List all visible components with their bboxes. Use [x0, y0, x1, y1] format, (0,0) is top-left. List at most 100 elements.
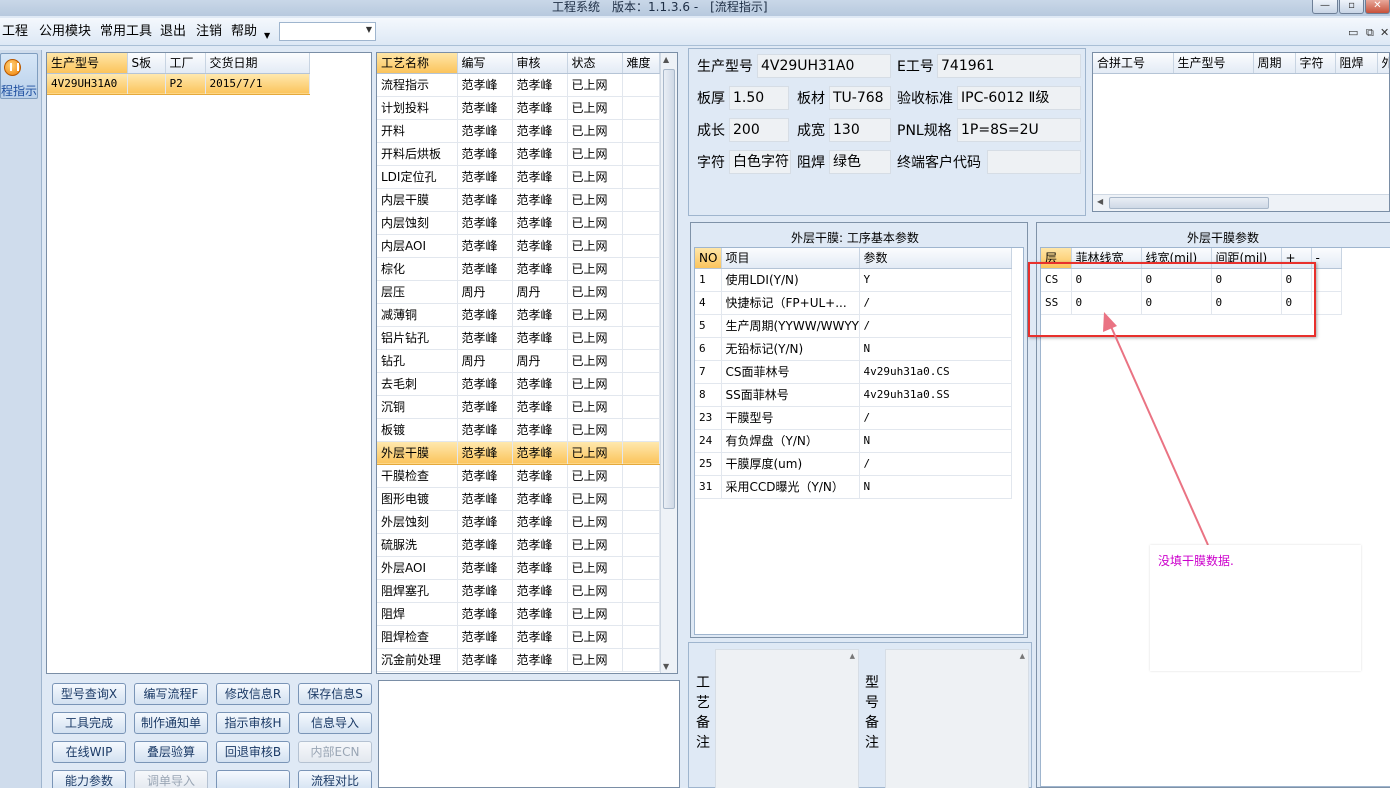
- width-field[interactable]: 130: [829, 118, 891, 142]
- table-row[interactable]: 开料 范孝峰 范孝峰 已上网: [377, 119, 660, 143]
- table-row[interactable]: 层压 周丹 周丹 已上网: [377, 280, 660, 304]
- table-row[interactable]: 6 无铅标记(Y/N) N: [695, 337, 1012, 361]
- process-col-reviewer[interactable]: 审核: [512, 53, 568, 74]
- menu-engineering[interactable]: 工程: [2, 24, 28, 40]
- action-button-1[interactable]: 编写流程F: [134, 683, 208, 705]
- params-col-value[interactable]: 参数: [859, 248, 1012, 269]
- action-button-6[interactable]: 指示审核H: [216, 712, 290, 734]
- action-button-0[interactable]: 型号查询X: [52, 683, 126, 705]
- table-row[interactable]: 外层AOI 范孝峰 范孝峰 已上网: [377, 556, 660, 580]
- params-col-item[interactable]: 项目: [721, 248, 860, 269]
- action-button-5[interactable]: 制作通知单: [134, 712, 208, 734]
- table-row[interactable]: 8 SS面菲林号 4v29uh31a0.SS: [695, 383, 1012, 407]
- scroll-up-icon[interactable]: ▲: [1020, 652, 1025, 660]
- combo-col-cycle[interactable]: 周期: [1253, 53, 1296, 74]
- table-row[interactable]: 板镀 范孝峰 范孝峰 已上网: [377, 418, 660, 442]
- orders-col-s[interactable]: S板: [127, 53, 166, 74]
- length-field[interactable]: 200: [729, 118, 789, 142]
- thickness-field[interactable]: 1.50: [729, 86, 789, 110]
- params-col-no[interactable]: NO: [695, 248, 722, 269]
- table-row[interactable]: 4V29UH31A0 P2 2015/7/1: [47, 73, 310, 95]
- material-field[interactable]: TU-768: [829, 86, 891, 110]
- scroll-up-icon[interactable]: ▲: [663, 55, 669, 64]
- table-row[interactable]: 图形电镀 范孝峰 范孝峰 已上网: [377, 487, 660, 511]
- scroll-down-icon[interactable]: ▼: [663, 662, 669, 671]
- process-col-name[interactable]: 工艺名称: [377, 53, 458, 74]
- e-no-field[interactable]: 741961: [937, 54, 1081, 78]
- process-scrollbar[interactable]: ▲ ▼: [660, 53, 677, 673]
- table-row[interactable]: 外层干膜 范孝峰 范孝峰 已上网: [377, 441, 660, 465]
- menu-help[interactable]: 帮助: [231, 24, 257, 40]
- table-row[interactable]: 沉铜 范孝峰 范孝峰 已上网: [377, 395, 660, 419]
- customer-field[interactable]: [987, 150, 1081, 174]
- menu-logout[interactable]: 注销: [196, 24, 222, 40]
- action-button-4[interactable]: 工具完成: [52, 712, 126, 734]
- action-button-11[interactable]: 内部ECN: [298, 741, 372, 763]
- table-row[interactable]: 内层干膜 范孝峰 范孝峰 已上网: [377, 188, 660, 212]
- table-row[interactable]: 23 干膜型号 /: [695, 406, 1012, 430]
- combo-col-char[interactable]: 字符: [1295, 53, 1336, 74]
- scroll-up-icon[interactable]: ▲: [850, 652, 855, 660]
- table-row[interactable]: 7 CS面菲林号 4v29uh31a0.CS: [695, 360, 1012, 384]
- toolbar-combo[interactable]: ▼: [279, 22, 376, 41]
- table-row[interactable]: 钻孔 周丹 周丹 已上网: [377, 349, 660, 373]
- process-notes-textarea[interactable]: ▲: [715, 649, 859, 788]
- table-row[interactable]: 减薄铜 范孝峰 范孝峰 已上网: [377, 303, 660, 327]
- table-row[interactable]: 内层蚀刻 范孝峰 范孝峰 已上网: [377, 211, 660, 235]
- scroll-thumb[interactable]: [1109, 197, 1269, 209]
- table-row[interactable]: 阻焊检查 范孝峰 范孝峰 已上网: [377, 625, 660, 649]
- char-field[interactable]: 白色字符: [729, 150, 791, 174]
- action-button-3[interactable]: 保存信息S: [298, 683, 372, 705]
- menu-common-modules[interactable]: 公用模块: [39, 24, 91, 40]
- action-button-10[interactable]: 回退审核B: [216, 741, 290, 763]
- table-row[interactable]: LDI定位孔 范孝峰 范孝峰 已上网: [377, 165, 660, 189]
- scroll-thumb[interactable]: [663, 69, 675, 509]
- table-row[interactable]: 计划投料 范孝峰 范孝峰 已上网: [377, 96, 660, 120]
- table-row[interactable]: 24 有负焊盘（Y/N） N: [695, 429, 1012, 453]
- table-row[interactable]: 棕化 范孝峰 范孝峰 已上网: [377, 257, 660, 281]
- table-row[interactable]: 25 干膜厚度(um) /: [695, 452, 1012, 476]
- table-row[interactable]: 外层蚀刻 范孝峰 范孝峰 已上网: [377, 510, 660, 534]
- action-button-13[interactable]: 调单导入: [134, 770, 208, 788]
- combo-hscrollbar[interactable]: ◀: [1093, 194, 1389, 211]
- table-row[interactable]: 阻焊塞孔 范孝峰 范孝峰 已上网: [377, 579, 660, 603]
- action-button-14[interactable]: [216, 770, 290, 788]
- table-row[interactable]: 开料后烘板 范孝峰 范孝峰 已上网: [377, 142, 660, 166]
- process-col-status[interactable]: 状态: [567, 53, 623, 74]
- action-button-2[interactable]: 修改信息R: [216, 683, 290, 705]
- model-field[interactable]: 4V29UH31A0: [757, 54, 891, 78]
- table-row[interactable]: 阻焊 范孝峰 范孝峰 已上网: [377, 602, 660, 626]
- maximize-button[interactable]: ▫: [1339, 0, 1364, 14]
- mdi-close-icon[interactable]: ✕: [1380, 26, 1389, 39]
- help-dropdown-icon[interactable]: ▼: [264, 28, 270, 44]
- table-row[interactable]: 4 快捷标记（FP+UL+... /: [695, 291, 1012, 315]
- combo-col-outer[interactable]: 外: [1377, 53, 1389, 74]
- menu-exit[interactable]: 退出: [160, 24, 186, 40]
- orders-col-model[interactable]: 生产型号: [47, 53, 128, 74]
- minimize-button[interactable]: —: [1312, 0, 1338, 14]
- action-button-12[interactable]: 能力参数: [52, 770, 126, 788]
- orders-col-factory[interactable]: 工厂: [165, 53, 206, 74]
- action-button-9[interactable]: 叠层验算: [134, 741, 208, 763]
- table-row[interactable]: 去毛刺 范孝峰 范孝峰 已上网: [377, 372, 660, 396]
- mdi-restore2-icon[interactable]: ⧉: [1366, 26, 1374, 40]
- table-row[interactable]: 31 采用CCD曝光（Y/N） N: [695, 475, 1012, 499]
- model-notes-textarea[interactable]: ▲: [885, 649, 1029, 788]
- table-row[interactable]: 流程指示 范孝峰 范孝峰 已上网: [377, 73, 660, 97]
- table-row[interactable]: 干膜检查 范孝峰 范孝峰 已上网: [377, 464, 660, 488]
- action-button-7[interactable]: 信息导入: [298, 712, 372, 734]
- menu-common-tools[interactable]: 常用工具: [100, 24, 152, 40]
- combo-col-mask[interactable]: 阻焊: [1335, 53, 1378, 74]
- table-row[interactable]: 硫脲洗 范孝峰 范孝峰 已上网: [377, 533, 660, 557]
- combo-col-model[interactable]: 生产型号: [1173, 53, 1254, 74]
- table-row[interactable]: 内层AOI 范孝峰 范孝峰 已上网: [377, 234, 660, 258]
- close-button[interactable]: ✕: [1365, 0, 1390, 14]
- table-row[interactable]: 沉金前处理 范孝峰 范孝峰 已上网: [377, 648, 660, 672]
- table-row[interactable]: 5 生产周期(YYWW/WWYY) /: [695, 314, 1012, 338]
- process-description-box[interactable]: [378, 680, 680, 788]
- combo-col-job[interactable]: 合拼工号: [1093, 53, 1174, 74]
- standard-field[interactable]: IPC-6012 Ⅱ级: [957, 86, 1081, 110]
- table-row[interactable]: 铝片钻孔 范孝峰 范孝峰 已上网: [377, 326, 660, 350]
- scroll-left-icon[interactable]: ◀: [1097, 197, 1103, 206]
- nav-item-process-instructions[interactable]: 程指示: [0, 53, 38, 99]
